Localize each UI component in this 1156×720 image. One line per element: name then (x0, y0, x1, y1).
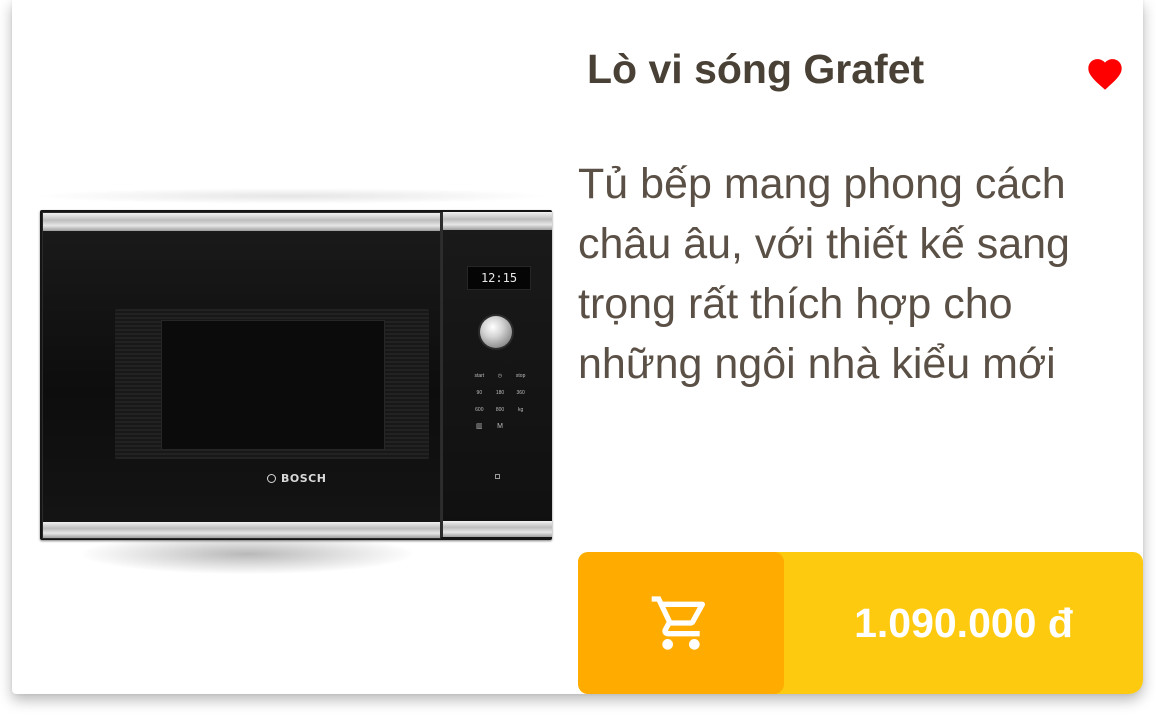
key-800: 800 (495, 407, 505, 413)
control-keys: start ◷ stop 90 180 360 600 800 kg ▥ M (469, 372, 531, 431)
image-shadow (82, 534, 412, 574)
key-clock: ◷ (497, 373, 503, 379)
home-indicator (495, 474, 500, 479)
image-top-haze (32, 188, 552, 204)
product-price: 1.090.000 đ (854, 599, 1073, 646)
product-image: BOSCH 12:15 start ◷ stop 90 180 360 600 … (22, 188, 562, 591)
panel-top-trim (443, 212, 552, 230)
time-display: 12:15 (467, 266, 531, 290)
product-title: Lò vi sóng Grafet (587, 46, 925, 92)
key-90: 90 (476, 390, 483, 396)
product-card[interactable]: BOSCH 12:15 start ◷ stop 90 180 360 600 … (12, 0, 1143, 694)
key-600: 600 (475, 407, 484, 413)
key-empty (510, 423, 531, 431)
add-to-cart-button[interactable] (578, 552, 784, 694)
brand-logo-icon (267, 474, 276, 483)
control-panel: 12:15 start ◷ stop 90 180 360 600 800 kg… (441, 212, 552, 537)
microwave-door: BOSCH (42, 212, 441, 539)
heart-icon[interactable] (1085, 54, 1125, 91)
buy-bar: 1.090.000 đ (578, 552, 1143, 694)
product-description: Tủ bếp mang phong cách châu âu, với thiế… (578, 160, 1070, 388)
door-window (161, 320, 385, 450)
key-program: ▥ (476, 423, 483, 430)
key-memory: M (497, 423, 503, 430)
control-knob (480, 316, 512, 348)
panel-bottom-trim (443, 521, 552, 537)
key-360: 360 (516, 390, 525, 396)
door-bottom-trim (43, 522, 440, 538)
microwave-illustration: BOSCH 12:15 start ◷ stop 90 180 360 600 … (40, 210, 552, 540)
brand-name: BOSCH (281, 472, 327, 485)
key-start: start (474, 373, 485, 379)
key-stop: stop (515, 373, 526, 379)
key-kg: kg (518, 407, 524, 413)
heart-icon-svg (1088, 59, 1122, 90)
key-180: 180 (495, 390, 505, 396)
brand-logo: BOSCH (267, 472, 326, 485)
shopping-cart-icon (651, 596, 706, 650)
door-top-trim (43, 213, 440, 231)
